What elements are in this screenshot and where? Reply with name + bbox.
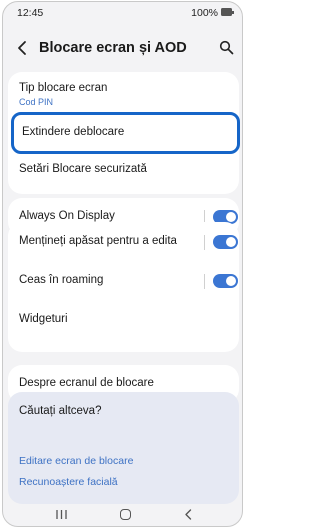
suggestion-link-face-recognition[interactable]: Recunoaștere facială	[19, 476, 118, 488]
navigation-bar	[3, 504, 242, 526]
suggestion-link-edit-lock-screen[interactable]: Editare ecran de blocare	[19, 455, 133, 467]
back-icon[interactable]	[184, 509, 192, 520]
status-time: 12:45	[17, 7, 44, 19]
extend-unlock-row[interactable]: Extindere deblocare	[11, 112, 240, 154]
security-card: Tip blocare ecran Cod PIN Extindere debl…	[8, 72, 240, 194]
secure-lock-settings-label: Setări Blocare securizată	[19, 163, 147, 175]
lock-type-value: Cod PIN	[19, 97, 54, 107]
app-bar: Blocare ecran și AOD	[3, 36, 242, 62]
search-icon[interactable]	[219, 40, 234, 55]
toggle-knob	[226, 212, 236, 222]
roaming-clock-row[interactable]: Ceas în roaming	[8, 262, 239, 302]
toggle-knob	[226, 276, 236, 286]
battery-percent: 100%	[191, 7, 218, 19]
extend-unlock-label: Extindere deblocare	[22, 126, 125, 138]
suggestions-title: Căutați altceva?	[19, 405, 102, 417]
lock-type-row[interactable]: Tip blocare ecran Cod PIN	[8, 72, 239, 108]
phone-frame: 12:45 100% Blocare ecran și AOD Tip bloc…	[2, 1, 243, 527]
suggestions-card: Căutați altceva? Editare ecran de blocar…	[8, 392, 239, 504]
divider	[204, 235, 205, 250]
hold-to-edit-row[interactable]: Mențineți apăsat pentru a edita	[8, 222, 239, 262]
home-icon[interactable]	[120, 509, 131, 520]
page-title: Blocare ecran și AOD	[39, 40, 187, 56]
toggle-knob	[226, 237, 236, 247]
back-arrow-icon[interactable]	[15, 40, 29, 56]
always-on-display-label: Always On Display	[19, 210, 115, 222]
divider	[204, 274, 205, 289]
widgets-label: Widgeturi	[19, 313, 68, 325]
lock-type-label: Tip blocare ecran	[19, 82, 108, 94]
status-bar: 12:45 100%	[3, 2, 242, 24]
widgets-row[interactable]: Widgeturi	[8, 302, 239, 342]
lockscreen-card: Mențineți apăsat pentru a edita Ceas în …	[8, 222, 239, 352]
battery-icon	[221, 8, 234, 16]
hold-to-edit-toggle[interactable]	[213, 235, 238, 249]
hold-to-edit-label: Mențineți apăsat pentru a edita	[19, 235, 177, 247]
secure-lock-settings-row[interactable]: Setări Blocare securizată	[8, 158, 239, 194]
roaming-clock-toggle[interactable]	[213, 274, 238, 288]
recents-icon[interactable]	[55, 509, 68, 520]
about-lock-screen-label: Despre ecranul de blocare	[19, 377, 154, 389]
roaming-clock-label: Ceas în roaming	[19, 274, 104, 286]
